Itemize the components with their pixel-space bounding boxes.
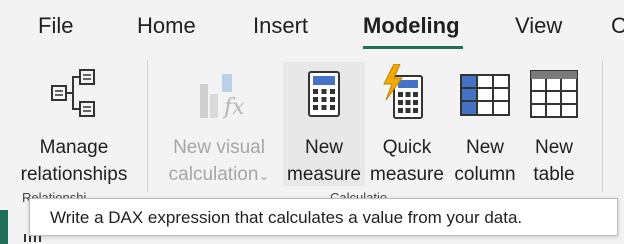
new-measure-label-1: New — [304, 137, 343, 158]
group-divider — [602, 60, 603, 192]
quick-measure-label-1: Quick — [382, 137, 432, 158]
new-column-label-1: New — [465, 137, 504, 158]
visual-calculation-icon: fx — [200, 74, 245, 120]
tab-modeling[interactable]: Modeling — [363, 12, 460, 40]
calculator-icon — [308, 71, 340, 117]
manage-relationships-label-2: relationships — [20, 164, 128, 185]
new-visual-calculation-label-1: New visual — [173, 137, 265, 158]
new-table-label-2: table — [533, 164, 575, 185]
manage-relationships-label-1: Manage — [39, 137, 109, 158]
active-tab-indicator — [363, 46, 463, 49]
svg-text:fx: fx — [222, 95, 245, 120]
new-column-label-2: column — [454, 164, 516, 185]
new-column-button[interactable]: New column — [450, 62, 520, 186]
new-table-button[interactable]: New table — [522, 62, 586, 186]
quick-measure-label-2: measure — [370, 164, 444, 185]
new-table-label-1: New — [534, 137, 573, 158]
tooltip: Write a DAX expression that calculates a… — [29, 198, 618, 236]
tab-partial[interactable]: C — [611, 12, 624, 40]
chevron-down-icon[interactable]: ⌄ — [258, 168, 269, 183]
new-measure-button[interactable]: New measure — [283, 62, 365, 186]
tab-insert[interactable]: Insert — [253, 12, 308, 40]
new-column-icon — [460, 74, 510, 116]
new-visual-calculation-button[interactable]: fx New visual calculation⌄ — [158, 62, 280, 186]
new-visual-calculation-label-2: calculation — [168, 164, 259, 185]
manage-relationships-button[interactable]: Manage relationships — [12, 62, 136, 186]
quick-measure-icon — [383, 64, 423, 119]
new-table-icon — [530, 70, 578, 118]
group-divider — [147, 60, 148, 192]
ribbon-tab-bar: File Home Insert Modeling View C — [0, 0, 624, 56]
manage-relationships-icon — [51, 69, 95, 117]
tooltip-text: Write a DAX expression that calculates a… — [50, 208, 523, 227]
new-measure-label-2: measure — [287, 164, 361, 185]
tab-file[interactable]: File — [38, 12, 73, 40]
tab-home[interactable]: Home — [137, 12, 196, 40]
quick-measure-button[interactable]: Quick measure — [366, 62, 448, 186]
page-strip — [0, 210, 8, 244]
tab-view[interactable]: View — [515, 12, 562, 40]
